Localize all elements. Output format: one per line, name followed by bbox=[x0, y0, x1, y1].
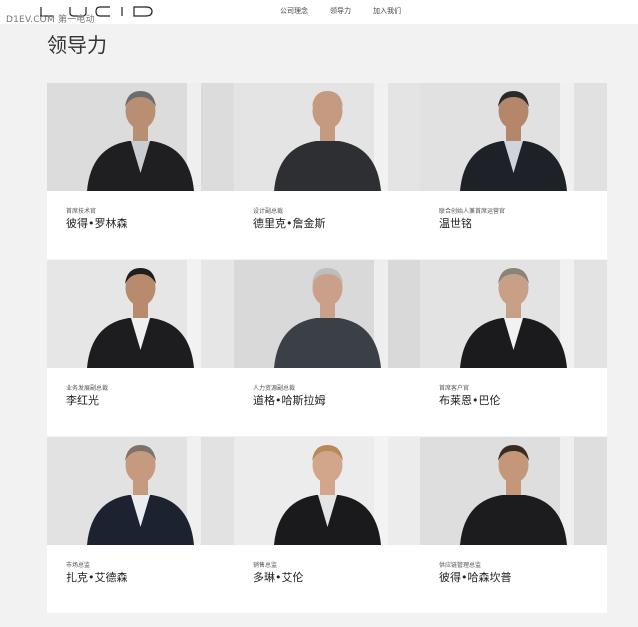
leader-photo bbox=[47, 437, 234, 545]
leader-photo bbox=[234, 83, 421, 191]
leader-card[interactable]: 业务发展副总裁 李红光 bbox=[47, 260, 234, 436]
leader-role: 销售总监 bbox=[253, 562, 278, 569]
leader-card[interactable]: 供应链管理总监 彼得•哈森坎普 bbox=[420, 437, 607, 613]
leader-role: 首席客户官 bbox=[439, 385, 470, 392]
leader-card[interactable]: 首席技术官 彼得•罗林森 bbox=[47, 83, 234, 259]
leader-photo bbox=[47, 83, 234, 191]
main-nav: 公司理念 领导力 加入我们 bbox=[280, 6, 401, 16]
nav-item-philosophy[interactable]: 公司理念 bbox=[280, 6, 308, 16]
leader-role: 人力资源副总裁 bbox=[253, 385, 296, 392]
leader-name[interactable]: 李红光 bbox=[66, 392, 99, 408]
leader-photo bbox=[234, 260, 421, 368]
leader-name[interactable]: 道格•哈斯拉姆 bbox=[253, 392, 326, 408]
leader-role: 联合创始人兼首席运营官 bbox=[439, 208, 506, 215]
leader-photo bbox=[420, 437, 607, 545]
watermark-text: D1EV.COM 第一电动 bbox=[6, 15, 95, 25]
leader-photo bbox=[47, 260, 234, 368]
leader-card[interactable]: 销售总监 多琳•艾伦 bbox=[234, 437, 421, 613]
leader-role: 供应链管理总监 bbox=[439, 562, 482, 569]
leader-role: 设计副总裁 bbox=[253, 208, 284, 215]
leader-name[interactable]: 彼得•罗林森 bbox=[66, 215, 128, 231]
leader-name[interactable]: 多琳•艾伦 bbox=[253, 569, 304, 585]
leader-name[interactable]: 布莱恩•巴伦 bbox=[439, 392, 501, 408]
leader-name[interactable]: 温世铭 bbox=[439, 215, 472, 231]
leader-card[interactable]: 首席客户官 布莱恩•巴伦 bbox=[420, 260, 607, 436]
leader-card[interactable]: 联合创始人兼首席运营官 温世铭 bbox=[420, 83, 607, 259]
leader-card[interactable]: 设计副总裁 德里克•詹金斯 bbox=[234, 83, 421, 259]
leader-role: 首席技术官 bbox=[66, 208, 97, 215]
page-title: 领导力 bbox=[47, 33, 107, 57]
leader-photo bbox=[420, 83, 607, 191]
leader-role: 市场总监 bbox=[66, 562, 91, 569]
top-navigation-bar: D1EV.COM 第一电动 公司理念 领导力 加入我们 bbox=[0, 0, 638, 25]
leader-card[interactable]: 人力资源副总裁 道格•哈斯拉姆 bbox=[234, 260, 421, 436]
nav-item-join-us[interactable]: 加入我们 bbox=[373, 6, 401, 16]
leader-name[interactable]: 德里克•詹金斯 bbox=[253, 215, 326, 231]
leader-role: 业务发展副总裁 bbox=[66, 385, 109, 392]
leader-card[interactable]: 市场总监 扎克•艾德森 bbox=[47, 437, 234, 613]
leader-photo bbox=[420, 260, 607, 368]
leader-name[interactable]: 彼得•哈森坎普 bbox=[439, 569, 512, 585]
leader-photo bbox=[234, 437, 421, 545]
nav-item-leadership[interactable]: 领导力 bbox=[330, 6, 351, 16]
leader-name[interactable]: 扎克•艾德森 bbox=[66, 569, 128, 585]
